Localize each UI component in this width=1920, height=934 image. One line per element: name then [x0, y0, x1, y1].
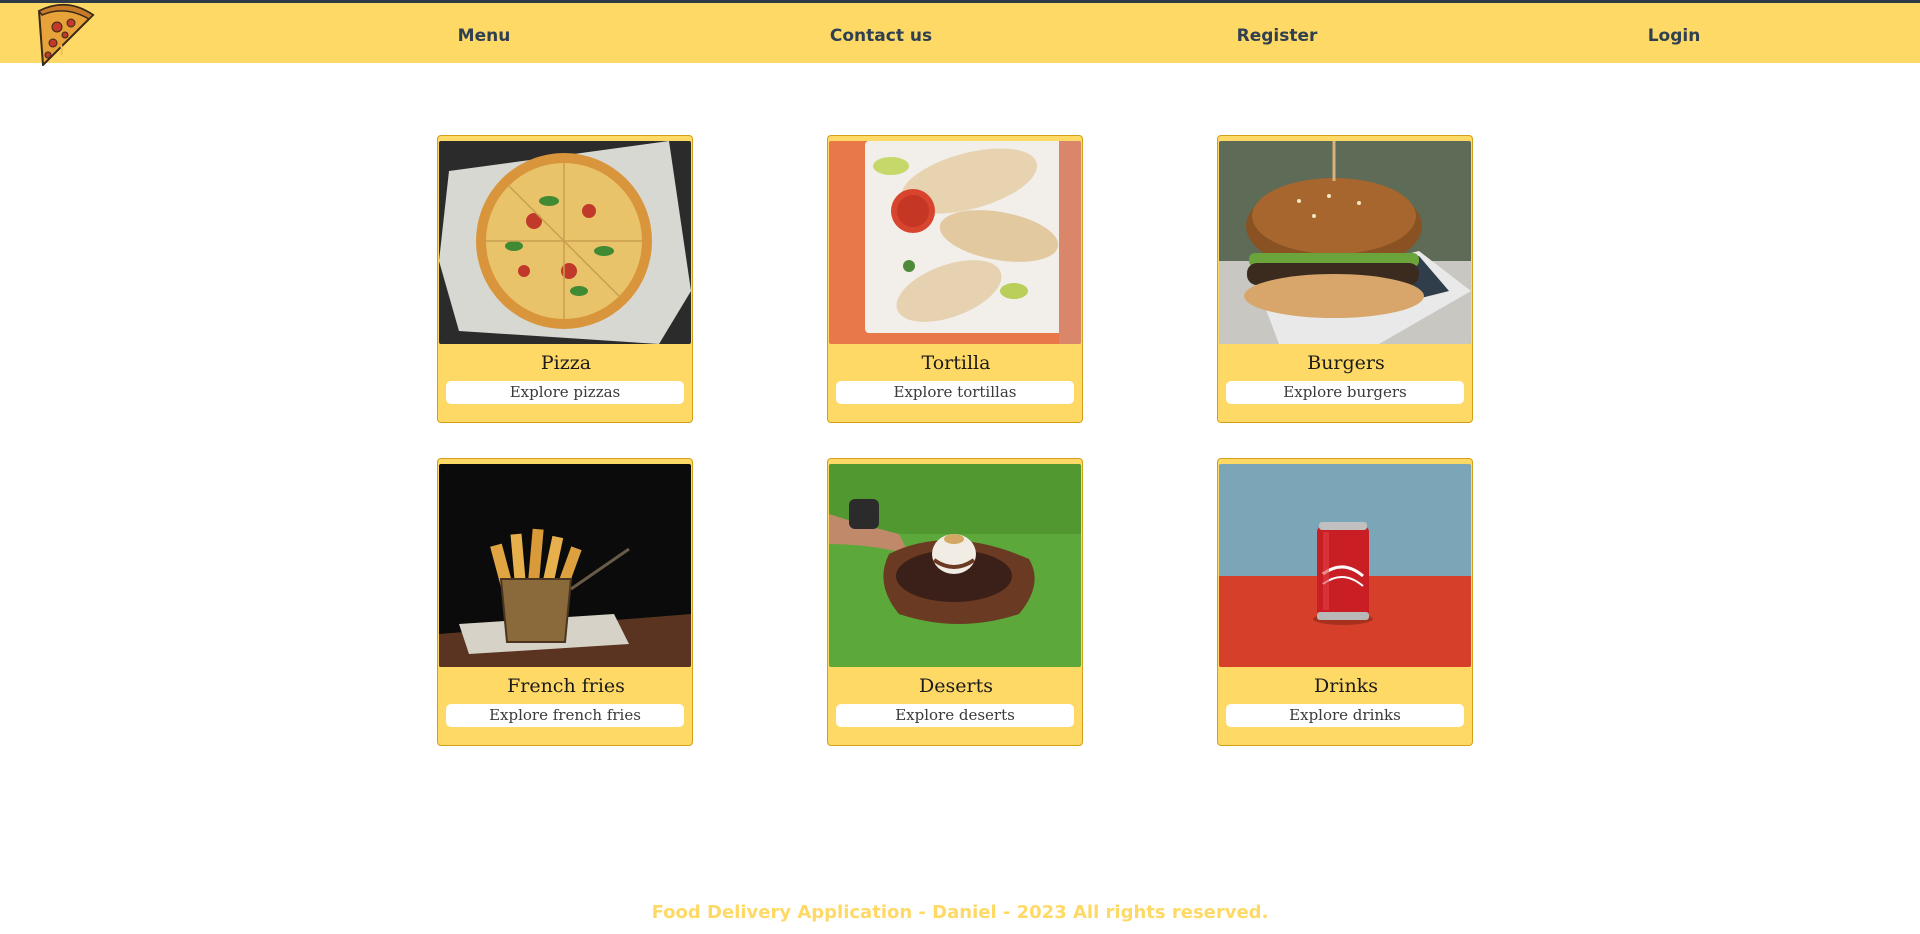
explore-drinks-button[interactable]: Explore drinks [1226, 704, 1464, 727]
pizza-slice-icon[interactable] [33, 3, 97, 68]
dessert-photo [829, 464, 1081, 667]
category-card-tortilla[interactable]: Tortilla Explore tortillas [827, 135, 1083, 423]
cola-can-photo [1219, 464, 1471, 667]
explore-pizzas-button[interactable]: Explore pizzas [446, 381, 684, 404]
nav-contact-link[interactable]: Contact us [830, 24, 932, 48]
nav-login-link[interactable]: Login [1648, 24, 1701, 48]
nav-menu-link[interactable]: Menu [458, 24, 511, 48]
category-card-deserts[interactable]: Deserts Explore deserts [827, 458, 1083, 746]
category-card-drinks[interactable]: Drinks Explore drinks [1217, 458, 1473, 746]
explore-deserts-button[interactable]: Explore deserts [836, 704, 1074, 727]
category-title: Deserts [919, 675, 993, 697]
burger-photo [1219, 141, 1471, 344]
category-title: Burgers [1307, 352, 1385, 374]
category-title: Pizza [540, 352, 592, 374]
category-card-pizza[interactable]: Pizza Explore pizzas [437, 135, 693, 423]
explore-burgers-button[interactable]: Explore burgers [1226, 381, 1464, 404]
category-title: Tortilla [921, 352, 991, 374]
pizza-photo [439, 141, 691, 344]
nav-register-link[interactable]: Register [1237, 24, 1318, 48]
tortilla-photo [829, 141, 1081, 344]
footer-copyright: Food Delivery Application - Daniel - 202… [651, 902, 1269, 923]
category-card-french-fries[interactable]: French fries Explore french fries [437, 458, 693, 746]
category-title: French fries [507, 675, 625, 697]
category-card-burgers[interactable]: Burgers Explore burgers [1217, 135, 1473, 423]
explore-french-fries-button[interactable]: Explore french fries [446, 704, 684, 727]
explore-tortillas-button[interactable]: Explore tortillas [836, 381, 1074, 404]
french-fries-photo [439, 464, 691, 667]
top-navbar: Menu Contact us Register Login [0, 3, 1920, 68]
category-title: Drinks [1314, 675, 1378, 697]
